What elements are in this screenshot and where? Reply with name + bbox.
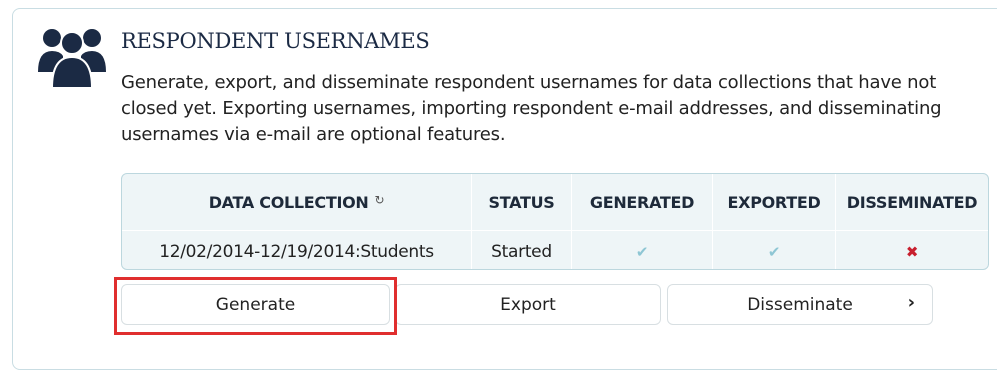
cross-icon: ✖: [905, 242, 919, 261]
column-header-status: STATUS: [471, 174, 572, 231]
table-row[interactable]: 12/02/2014-12/19/2014:Students Started ✔…: [122, 230, 989, 270]
disseminate-button-label: Disseminate: [747, 294, 853, 315]
sort-icon[interactable]: ↻: [375, 193, 385, 207]
column-header-exported: EXPORTED: [712, 174, 836, 231]
column-header-disseminated: DISSEMINATED: [835, 174, 988, 231]
column-header-data-collection[interactable]: DATA COLLECTION ↻: [122, 174, 472, 231]
users-group-icon: [38, 29, 106, 88]
check-icon: ✔: [635, 242, 649, 261]
column-header-generated: GENERATED: [571, 174, 713, 231]
cell-disseminated: ✖: [836, 231, 989, 270]
section-description: Generate, export, and disseminate respon…: [121, 72, 942, 145]
cell-data-collection: 12/02/2014-12/19/2014:Students: [122, 230, 472, 269]
generate-button[interactable]: Generate: [121, 284, 390, 325]
cell-generated: ✔: [571, 230, 713, 269]
cell-exported: ✔: [712, 230, 836, 269]
column-header-label: DATA COLLECTION: [208, 192, 369, 212]
table-header-row: DATA COLLECTION ↻ STATUS GENERATED EXPORT…: [122, 174, 988, 231]
chevron-right-icon: ›: [907, 292, 915, 313]
check-icon: ✔: [767, 242, 781, 261]
export-button[interactable]: Export: [395, 284, 661, 325]
section-title: RESPONDENT USERNAMES: [121, 29, 430, 53]
cell-status: Started: [471, 230, 572, 269]
data-collections-table: DATA COLLECTION ↻ STATUS GENERATED EXPORT…: [121, 173, 989, 270]
disseminate-button[interactable]: Disseminate ›: [667, 284, 933, 325]
